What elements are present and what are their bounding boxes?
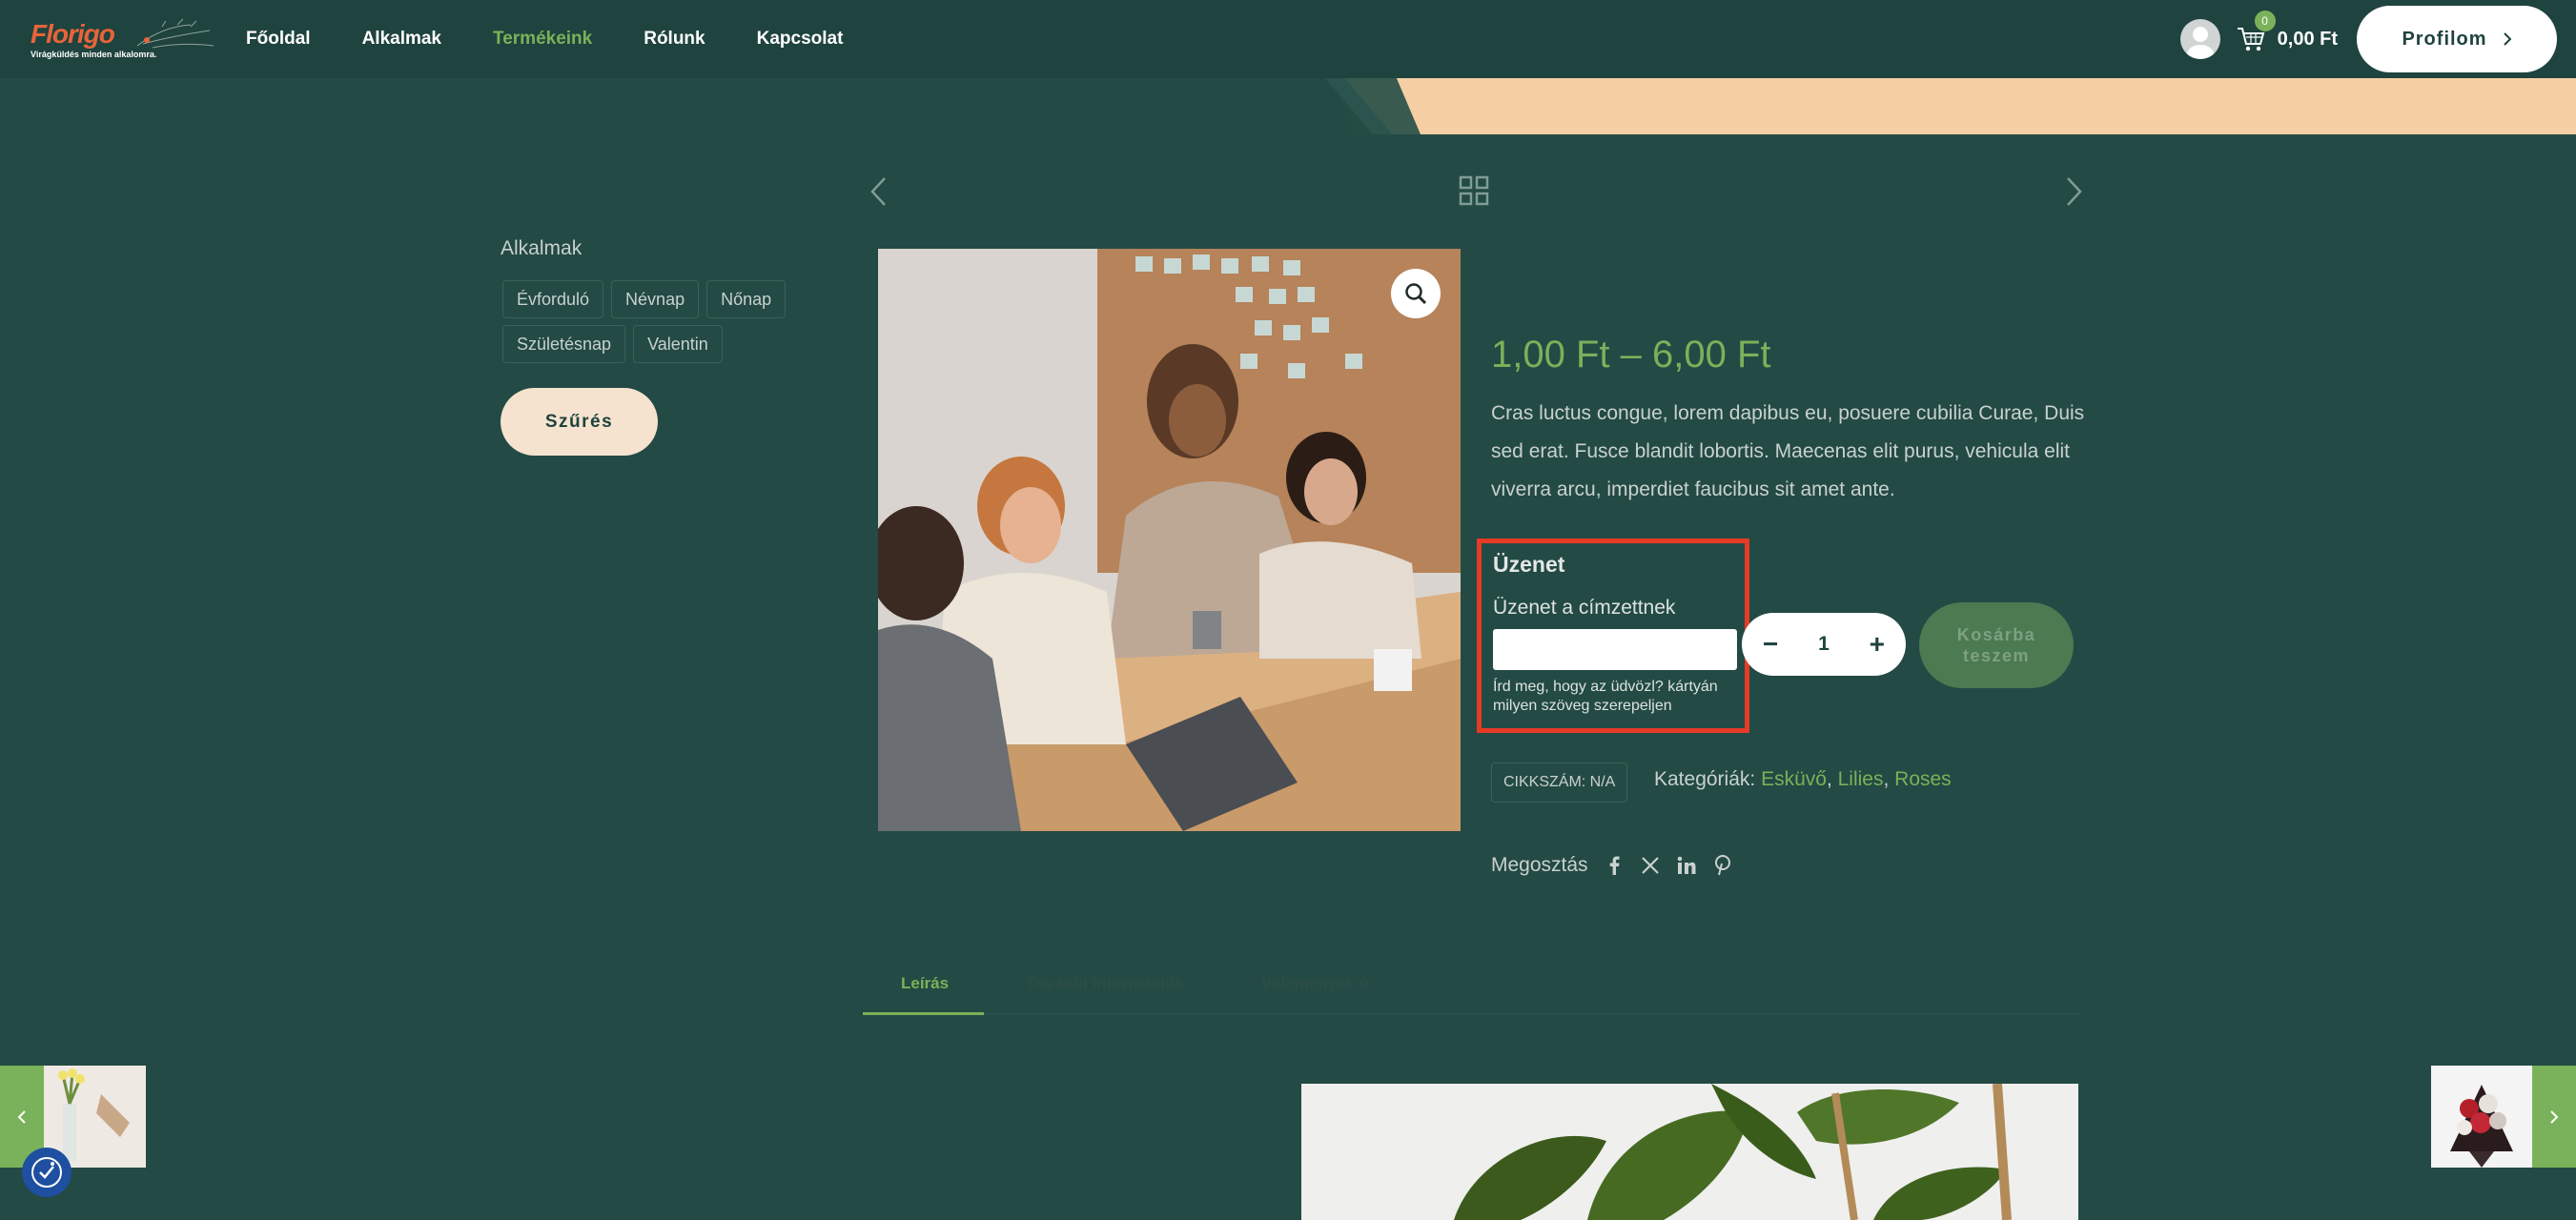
user-avatar[interactable]	[2179, 19, 2220, 59]
zoom-button[interactable]	[1391, 269, 1441, 318]
category-link-eskuvo[interactable]: Esküvő	[1761, 768, 1827, 790]
profile-button-label: Profilom	[2402, 28, 2487, 50]
product-description: Cras luctus congue, lorem dapibus eu, po…	[1491, 402, 2085, 500]
message-field-label: Üzenet a címzettnek	[1493, 597, 1676, 619]
linkedin-icon[interactable]	[1676, 855, 1697, 876]
site-header: Florigo Virágküldés minden alkalomra. Fő…	[0, 0, 2576, 78]
occasion-tags: Évforduló Névnap Nőnap Születésnap Valen…	[502, 280, 788, 363]
tag-evfordulo[interactable]: Évforduló	[502, 280, 604, 318]
chevron-right-icon	[2550, 1109, 2559, 1124]
accessibility-icon	[31, 1157, 62, 1188]
share-row: Megosztás	[1491, 854, 1733, 877]
next-product-thumbnail[interactable]	[2431, 1066, 2532, 1168]
tab-tovabbi-informaciok[interactable]: További információk	[1027, 974, 1184, 993]
x-twitter-icon[interactable]	[1640, 855, 1661, 876]
nav-item-alkalmak[interactable]: Alkalmak	[362, 29, 441, 50]
nav-item-termekeink[interactable]: Termékeink	[493, 29, 592, 50]
product-tabs: Leírás További információk Vélemények 0	[863, 965, 2078, 1015]
sku-badge: CIKKSZÁM: N/A	[1491, 762, 1628, 803]
plant-photo	[1301, 1084, 2078, 1220]
chevron-left-icon	[17, 1109, 26, 1124]
quantity-increase-button[interactable]: +	[1870, 629, 1885, 660]
tag-szuletesnap[interactable]: Születésnap	[502, 325, 626, 363]
main-nav: Főoldal Alkalmak Termékeink Rólunk Kapcs…	[246, 0, 843, 78]
tab-velemenyek[interactable]: Vélemények 0	[1261, 974, 1368, 993]
category-link-roses[interactable]: Roses	[1894, 768, 1952, 790]
chevron-right-icon	[2503, 32, 2511, 46]
product-categories: Kategóriák: Esküvő, Lilies, Roses	[1654, 768, 1952, 790]
sidebar-title: Alkalmak	[501, 237, 583, 259]
pinterest-icon[interactable]	[1712, 855, 1733, 876]
product-price: 1,00 Ft – 6,00 Ft	[1491, 334, 1771, 376]
cart-button[interactable]: 0	[2236, 10, 2276, 54]
share-label: Megosztás	[1491, 854, 1588, 876]
meeting-photo	[878, 249, 1461, 831]
next-product-icon[interactable]	[2062, 175, 2085, 208]
description-image	[1301, 1084, 2078, 1220]
categories-label: Kategóriák:	[1654, 768, 1756, 790]
cart-total[interactable]: 0,00 Ft	[2278, 29, 2338, 51]
bouquet-photo	[2431, 1066, 2532, 1168]
tag-valentin[interactable]: Valentin	[633, 325, 723, 363]
tag-nonap[interactable]: Nőnap	[706, 280, 787, 318]
next-arrow[interactable]	[2532, 1066, 2576, 1168]
quantity-decrease-button[interactable]: −	[1763, 629, 1778, 660]
active-tab-indicator	[863, 1012, 984, 1015]
grid-view-icon[interactable]	[1459, 175, 1489, 206]
tab-leiras[interactable]: Leírás	[901, 974, 949, 993]
quantity-value[interactable]: 1	[1818, 633, 1830, 656]
logo-tagline: Virágküldés minden alkalomra.	[31, 50, 157, 59]
nav-item-kapcsolat[interactable]: Kapcsolat	[757, 29, 844, 50]
message-section-title: Üzenet	[1493, 552, 1565, 577]
product-image[interactable]	[878, 249, 1461, 831]
nav-item-fooldal[interactable]: Főoldal	[246, 29, 311, 50]
quantity-stepper: − 1 +	[1742, 613, 1906, 676]
previous-product-icon[interactable]	[868, 175, 890, 208]
next-product-preview[interactable]	[2431, 1066, 2576, 1168]
add-to-cart-button[interactable]: Kosárba teszem	[1919, 602, 2074, 688]
previous-product-preview[interactable]	[0, 1066, 146, 1168]
magnifier-icon	[1405, 283, 1427, 305]
nav-item-rolunk[interactable]: Rólunk	[644, 29, 705, 50]
header-actions: 0 0,00 Ft Profilom	[2179, 0, 2557, 78]
logo[interactable]: Florigo Virágküldés minden alkalomra.	[31, 17, 215, 61]
category-link-lilies[interactable]: Lilies	[1838, 768, 1884, 790]
facebook-icon[interactable]	[1604, 855, 1625, 876]
cart-count-badge: 0	[2254, 10, 2276, 31]
accessibility-button[interactable]	[22, 1148, 72, 1197]
message-input[interactable]	[1493, 629, 1737, 670]
tag-nevnap[interactable]: Névnap	[611, 280, 700, 318]
logo-wordmark: Florigo	[31, 19, 115, 49]
filter-button[interactable]: Szűrés	[501, 388, 658, 456]
message-hint: Írd meg, hogy az üdvözl? kártyán milyen …	[1493, 679, 1718, 714]
profile-button[interactable]: Profilom	[2357, 6, 2557, 72]
